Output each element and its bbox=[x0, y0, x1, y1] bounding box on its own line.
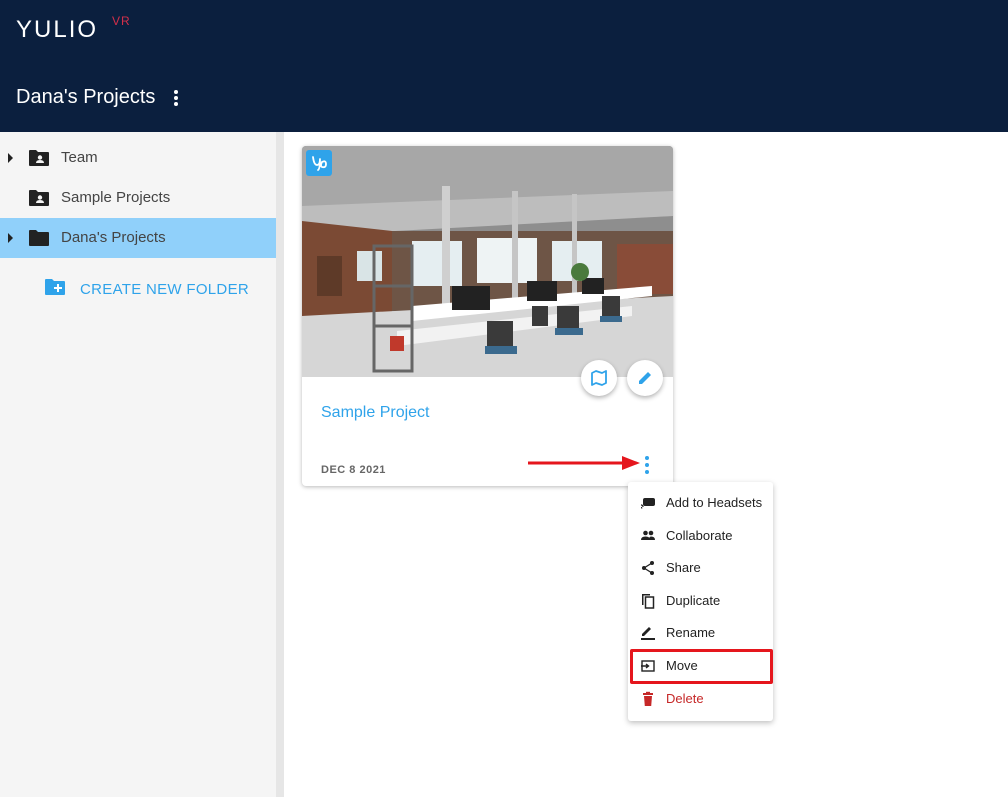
project-title-link[interactable]: Sample Project bbox=[321, 404, 430, 422]
menu-item-label: Duplicate bbox=[666, 593, 721, 608]
project-card[interactable]: Sample Project DEC 8 2021 bbox=[302, 146, 673, 486]
rename-icon bbox=[641, 627, 655, 640]
yulio-logo[interactable]: YULIO VR bbox=[16, 14, 130, 44]
menu-item-add-to-headsets[interactable]: Add to Headsets bbox=[628, 487, 773, 519]
folder-icon bbox=[29, 230, 49, 246]
sidebar-item-danas-projects[interactable]: Dana's Projects bbox=[0, 218, 276, 258]
menu-item-label: Rename bbox=[666, 625, 716, 640]
project-thumbnail[interactable] bbox=[302, 146, 673, 377]
folder-sidebar: Team Sample Projects Dana's Projects CRE… bbox=[0, 132, 276, 797]
annotation-highlight-box bbox=[630, 649, 773, 684]
floorplan-button[interactable] bbox=[581, 360, 617, 396]
edit-project-button[interactable] bbox=[627, 360, 663, 396]
shared-folder-icon bbox=[29, 150, 49, 166]
menu-item-label: Add to Headsets bbox=[666, 495, 763, 510]
sidebar-item-label: Team bbox=[61, 149, 98, 166]
menu-item-label: Share bbox=[666, 560, 701, 575]
share-icon bbox=[642, 561, 654, 575]
floorplan-icon bbox=[591, 370, 607, 386]
create-folder-label: CREATE NEW FOLDER bbox=[80, 281, 250, 298]
sidebar-item-team[interactable]: Team bbox=[0, 138, 276, 178]
annotation-arrow bbox=[528, 456, 640, 470]
menu-item-rename[interactable]: Rename bbox=[628, 617, 773, 649]
headset-icon bbox=[640, 498, 655, 509]
yulio-logo-icon bbox=[306, 150, 332, 176]
edit-pencil-icon bbox=[639, 372, 651, 384]
menu-item-delete[interactable]: Delete bbox=[628, 683, 773, 715]
menu-item-duplicate[interactable]: Duplicate bbox=[628, 585, 773, 617]
page-title: Dana's Projects bbox=[16, 86, 156, 108]
page-options-kebab-icon[interactable] bbox=[168, 88, 184, 108]
project-date: DEC 8 2021 bbox=[321, 464, 386, 476]
add-folder-icon bbox=[45, 279, 65, 295]
office-render-image bbox=[302, 146, 673, 377]
expand-caret-icon[interactable] bbox=[8, 153, 13, 163]
project-options-kebab-icon[interactable] bbox=[640, 454, 654, 476]
duplicate-icon bbox=[642, 594, 655, 609]
expand-caret-icon[interactable] bbox=[8, 233, 13, 243]
menu-item-label: Delete bbox=[666, 691, 704, 706]
logo-vr-superscript: VR bbox=[112, 14, 131, 28]
sidebar-item-sample-projects[interactable]: Sample Projects bbox=[0, 178, 276, 218]
menu-item-collaborate[interactable]: Collaborate bbox=[628, 520, 773, 552]
people-icon bbox=[641, 530, 655, 540]
delete-icon bbox=[643, 691, 653, 706]
sidebar-divider bbox=[276, 132, 284, 797]
create-new-folder-button[interactable]: CREATE NEW FOLDER bbox=[44, 277, 264, 305]
logo-text: YULIO bbox=[16, 16, 99, 43]
app-header: YULIO VR Dana's Projects bbox=[0, 0, 1008, 132]
sidebar-item-label: Dana's Projects bbox=[61, 229, 166, 246]
menu-item-share[interactable]: Share bbox=[628, 552, 773, 584]
menu-item-label: Collaborate bbox=[666, 528, 733, 543]
sidebar-item-label: Sample Projects bbox=[61, 189, 171, 206]
project-context-menu: Add to Headsets Collaborate Share Duplic… bbox=[628, 482, 773, 721]
shared-folder-icon bbox=[29, 190, 49, 206]
